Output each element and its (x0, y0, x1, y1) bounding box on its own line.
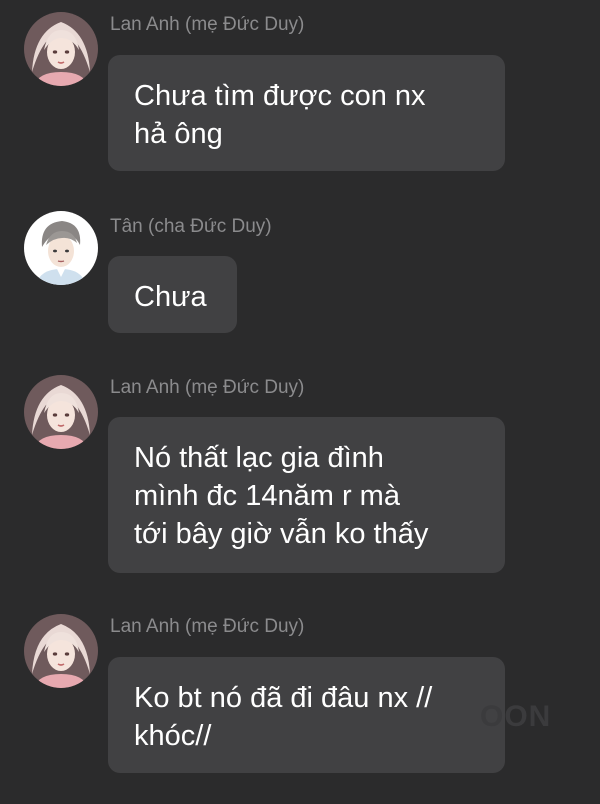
message-bubble[interactable]: Chưa tìm được con nx hả ông (108, 55, 505, 171)
message-text: khóc// (134, 720, 212, 752)
woman-avatar-icon (24, 12, 98, 86)
message-text: tới bây giờ vẫn ko thấy (134, 518, 429, 550)
avatar[interactable] (24, 211, 98, 285)
message-text: mình đc 14năm r mà (134, 480, 400, 512)
message-bubble[interactable]: Chưa (108, 256, 237, 333)
watermark: OON (480, 700, 552, 733)
sender-name: Lan Anh (mẹ Đức Duy) (110, 616, 305, 637)
message-text: Nó thất lạc gia đình (134, 442, 384, 474)
message-bubble[interactable]: Ko bt nó đã đi đâu nx // khóc// (108, 657, 505, 773)
message-text: Chưa (134, 281, 207, 313)
avatar[interactable] (24, 12, 98, 86)
avatar[interactable] (24, 614, 98, 688)
message-bubble[interactable]: Nó thất lạc gia đình mình đc 14năm r mà … (108, 417, 505, 573)
avatar[interactable] (24, 375, 98, 449)
message-text: hả ông (134, 118, 223, 150)
message-text: Chưa tìm được con nx (134, 80, 426, 112)
sender-name: Lan Anh (mẹ Đức Duy) (110, 377, 305, 398)
message-text: Ko bt nó đã đi đâu nx // (134, 682, 433, 714)
chat-thread: Lan Anh (mẹ Đức Duy) Chưa tìm được con n… (0, 0, 600, 804)
sender-name: Tân (cha Đức Duy) (110, 216, 272, 237)
woman-avatar-icon (24, 614, 98, 688)
woman-avatar-icon (24, 375, 98, 449)
man-avatar-icon (24, 211, 98, 285)
sender-name: Lan Anh (mẹ Đức Duy) (110, 14, 305, 35)
